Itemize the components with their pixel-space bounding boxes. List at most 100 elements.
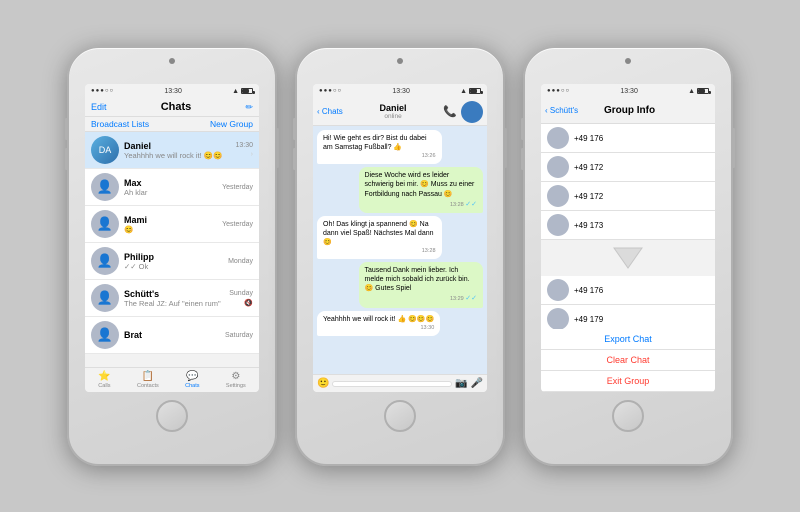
member-avatar [547, 214, 569, 236]
chat-item-max[interactable]: 👤 Max Ah klar Yesterday [85, 169, 259, 206]
message-text: Oh! Das klingt ja spannend 😊 Na dann vie… [323, 220, 436, 247]
chat-meta: 13:30 › [235, 142, 253, 158]
read-receipt: ✓✓ [465, 201, 477, 208]
member-item[interactable]: +49 173 [541, 211, 715, 240]
wifi-icon: ▲ [232, 88, 239, 95]
chat-item-schuetts[interactable]: 👤 Schütt's The Real JZ: Auf "einen rum" … [85, 280, 259, 317]
wifi-icon: ▲ [460, 88, 467, 95]
home-button[interactable] [156, 400, 188, 432]
nav-actions: 📞 [443, 101, 483, 123]
status-icons: ▲ [460, 88, 481, 95]
chat-meta: Monday [228, 258, 253, 265]
chat-item-philipp[interactable]: 👤 Philipp ✓✓ Ok Monday [85, 243, 259, 280]
message-time: 13:26 [323, 153, 436, 160]
message-text: Yeahhhh we will rock it! 👍 😊😊😊 [323, 315, 434, 324]
call-icon[interactable]: 📞 [443, 105, 457, 118]
avatar-daniel: DA [91, 136, 119, 164]
broadcast-lists-link[interactable]: Broadcast Lists [91, 119, 149, 129]
chat-info-philipp: Philipp ✓✓ Ok [124, 252, 228, 271]
chat-preview: Ah klar [124, 188, 222, 197]
clear-chat-button[interactable]: Clear Chat [541, 350, 715, 371]
avatar-max: 👤 [91, 173, 119, 201]
member-avatar [547, 308, 569, 329]
avatar-daniel-sm[interactable] [461, 101, 483, 123]
member-number: +49 179 [574, 315, 603, 324]
new-group-link[interactable]: New Group [210, 119, 253, 129]
tab-favorites[interactable]: ⭐ Calls [98, 371, 110, 389]
status-time: 13:30 [164, 88, 182, 95]
export-chat-button[interactable]: Export Chat [541, 329, 715, 350]
battery-icon [697, 88, 709, 94]
home-button[interactable] [384, 400, 416, 432]
status-time: 13:30 [620, 88, 638, 95]
message-text: Diese Woche wird es leider schwierig bei… [365, 171, 478, 198]
member-item[interactable]: +49 172 [541, 153, 715, 182]
tab-calls[interactable]: 📋 Contacts [137, 371, 159, 389]
chat-input-bar: 🙂 📷 🎤 [313, 374, 487, 392]
chat-item-brat[interactable]: 👤 Brat Saturday [85, 317, 259, 354]
chat-icon: 💬 [186, 371, 198, 382]
back-button[interactable]: ‹ Schütt's [545, 106, 578, 115]
message-time: 13:28 [323, 248, 436, 255]
battery-icon [241, 88, 253, 94]
chat-preview: The Real JZ: Auf "einen rum" [124, 299, 229, 308]
conversation-navbar: ‹ Chats Daniel online 📞 [313, 98, 487, 126]
chevron-icon: › [251, 151, 253, 158]
chat-name: Brat [124, 330, 225, 340]
chat-item-daniel[interactable]: DA Daniel Yeahhhh we will rock it! 😊😊 13… [85, 132, 259, 169]
tab-settings[interactable]: ⚙ Settings [226, 371, 246, 389]
avatar-philipp: 👤 [91, 247, 119, 275]
member-number: +49 173 [574, 221, 603, 230]
chat-name: Mami [124, 215, 222, 225]
message-time: 13:30 [323, 325, 434, 332]
chat-time: Yesterday [222, 184, 253, 191]
signal-dots: ●●●○○ [319, 88, 342, 94]
tab-label: Settings [226, 383, 246, 389]
member-item[interactable]: +49 176 [541, 124, 715, 153]
chats-title: Chats [107, 101, 246, 113]
avatar-brat: 👤 [91, 321, 119, 349]
chat-item-mami[interactable]: 👤 Mami 😊 Yesterday [85, 206, 259, 243]
chat-time: Sunday [229, 290, 253, 297]
chat-info-max: Max Ah klar [124, 178, 222, 197]
battery-icon [469, 88, 481, 94]
microphone-icon[interactable]: 🎤 [471, 378, 483, 389]
chat-name: Daniel [124, 141, 235, 151]
message-time: 13:28 ✓✓ [365, 200, 478, 209]
group-info-navbar: ‹ Schütt's Group Info [541, 98, 715, 124]
chat-info-schuetts: Schütt's The Real JZ: Auf "einen rum" [124, 289, 229, 308]
exit-group-button[interactable]: Exit Group [541, 371, 715, 392]
chat-time: Saturday [225, 332, 253, 339]
member-item[interactable]: +49 179 [541, 305, 715, 329]
tab-chats[interactable]: 💬 Chats [185, 371, 199, 389]
edit-button[interactable]: Edit [91, 102, 107, 112]
compose-button[interactable]: ✏ [245, 102, 253, 113]
messages-area: Hi! Wie geht es dir? Bist du dabei am Sa… [313, 126, 487, 374]
phone-2: ●●●○○ 13:30 ▲ ‹ Chats Daniel online 📞 [295, 46, 505, 466]
status-icons: ▲ [232, 88, 253, 95]
down-arrow-icon [610, 244, 646, 272]
wifi-icon: ▲ [688, 88, 695, 95]
chat-meta: Yesterday [222, 221, 253, 228]
bottom-tabs: ⭐ Calls 📋 Contacts 💬 Chats ⚙ Settings [85, 367, 259, 392]
chat-info-brat: Brat [124, 330, 225, 340]
home-button[interactable] [612, 400, 644, 432]
chats-subbar: Broadcast Lists New Group [85, 117, 259, 132]
emoji-icon[interactable]: 🙂 [317, 378, 329, 389]
group-members-list: +49 176 +49 172 +49 172 +49 173 [541, 124, 715, 329]
scroll-down-arrow [541, 240, 715, 276]
message-input[interactable] [332, 381, 452, 387]
chats-navbar: Edit Chats ✏ [85, 98, 259, 117]
group-actions: Export Chat Clear Chat Exit Group [541, 329, 715, 392]
member-number: +49 176 [574, 134, 603, 143]
message-3: Oh! Das klingt ja spannend 😊 Na dann vie… [317, 216, 442, 259]
member-item[interactable]: +49 172 [541, 182, 715, 211]
camera-icon[interactable]: 📷 [455, 378, 467, 389]
back-button[interactable]: ‹ Chats [317, 107, 343, 116]
member-number: +49 176 [574, 286, 603, 295]
member-avatar [547, 185, 569, 207]
message-time: 13:29 ✓✓ [365, 294, 478, 303]
chat-meta: Sunday 🔇 [229, 290, 253, 307]
member-item[interactable]: +49 176 [541, 276, 715, 305]
read-receipt: ✓✓ [465, 295, 477, 302]
